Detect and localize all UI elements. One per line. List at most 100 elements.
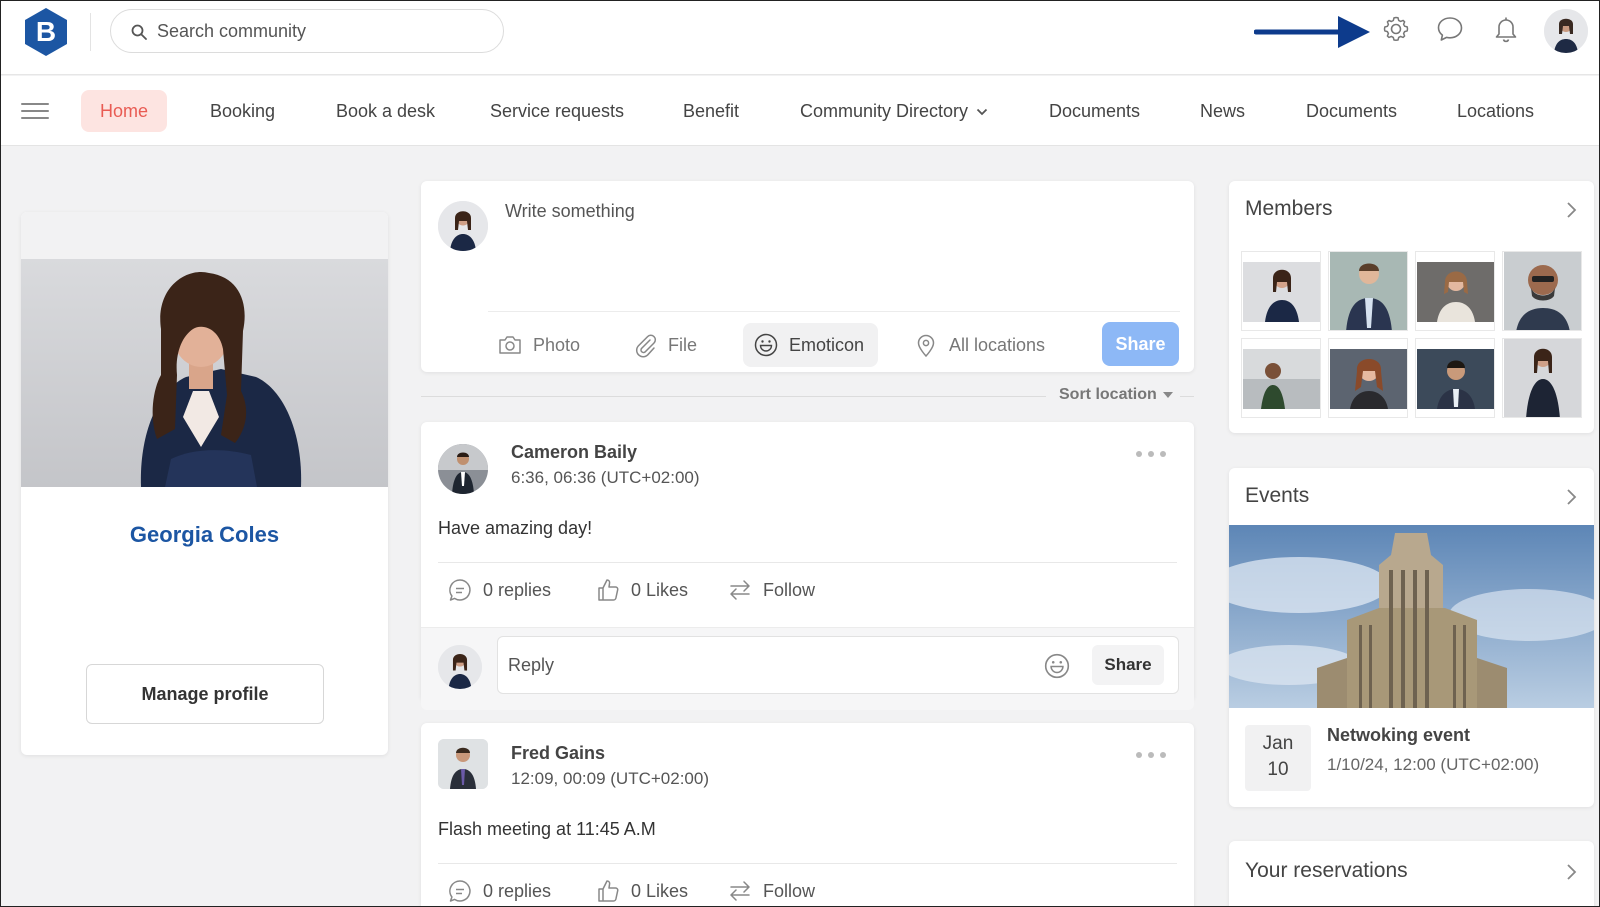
member-avatar[interactable] <box>1502 338 1582 418</box>
main-nav: Home Booking Book a desk Service request… <box>1 76 1599 146</box>
gear-icon[interactable] <box>1379 12 1413 46</box>
camera-icon <box>499 336 521 354</box>
file-label: File <box>668 334 698 355</box>
search-box[interactable] <box>110 9 504 53</box>
sort-divider <box>421 396 1046 397</box>
post-text-input[interactable] <box>505 201 1165 281</box>
post-body: Flash meeting at 11:45 A.M <box>438 819 656 839</box>
user-avatar[interactable] <box>1544 9 1588 53</box>
events-title[interactable]: Events <box>1245 484 1309 508</box>
paperclip-icon <box>636 334 657 358</box>
reply-share-button[interactable]: Share <box>1092 645 1164 685</box>
member-avatar[interactable] <box>1241 251 1321 331</box>
post-author-avatar[interactable] <box>438 739 488 789</box>
chevron-right-icon[interactable] <box>1565 863 1579 881</box>
location-selector[interactable]: All locations <box>913 323 1045 367</box>
event-time: 1/10/24, 12:00 (UTC+02:00) <box>1327 755 1540 774</box>
profile-header-band <box>21 212 388 259</box>
comment-icon <box>449 880 471 902</box>
menu-icon[interactable] <box>21 103 49 121</box>
like-button[interactable]: 0 Likes <box>595 878 688 904</box>
emoticon-button[interactable]: Emoticon <box>743 323 879 367</box>
members-widget: Members <box>1229 181 1594 433</box>
member-avatar[interactable] <box>1415 338 1495 418</box>
location-label: All locations <box>949 334 1046 355</box>
member-avatar[interactable] <box>1502 251 1582 331</box>
sort-location-dropdown[interactable]: Sort location <box>1059 386 1173 404</box>
post-divider <box>438 863 1177 864</box>
chevron-right-icon[interactable] <box>1565 488 1579 506</box>
event-date-badge: Jan 10 <box>1245 725 1311 791</box>
logo-letter: B <box>36 16 56 47</box>
nav-community-directory-label: Community Directory <box>800 101 969 121</box>
share-post-button[interactable]: Share <box>1102 322 1179 366</box>
post-timestamp: 6:36, 06:36 (UTC+02:00) <box>511 468 700 487</box>
post-timestamp: 12:09, 00:09 (UTC+02:00) <box>511 769 709 788</box>
post-author-name[interactable]: Cameron Baily <box>511 442 637 463</box>
comment-icon <box>449 579 471 601</box>
reservations-title[interactable]: Your reservations <box>1245 859 1408 883</box>
replies-button[interactable]: 0 replies <box>447 577 551 603</box>
replies-button[interactable]: 0 replies <box>447 878 551 904</box>
thumbs-up-icon <box>598 579 619 601</box>
likes-count: 0 Likes <box>631 880 689 901</box>
member-avatar[interactable] <box>1328 251 1408 331</box>
reply-input[interactable] <box>508 651 1008 679</box>
file-button[interactable]: File <box>632 323 697 367</box>
post-author-name[interactable]: Fred Gains <box>511 743 605 764</box>
event-day: 10 <box>1267 759 1289 780</box>
thumbs-up-icon <box>598 880 619 902</box>
composer-divider <box>488 311 1180 312</box>
member-avatar[interactable] <box>1415 251 1495 331</box>
arrow-indicator-icon <box>1254 16 1370 48</box>
replies-count: 0 replies <box>483 579 552 600</box>
event-image[interactable] <box>1229 525 1594 708</box>
nav-news[interactable]: News <box>1200 90 1245 132</box>
profile-photo <box>21 259 388 487</box>
top-bar: B <box>1 1 1599 75</box>
nav-home[interactable]: Home <box>81 90 168 132</box>
event-title[interactable]: Netwoking event <box>1327 725 1470 746</box>
follow-button[interactable]: Follow <box>727 878 815 904</box>
events-widget: Events Jan 10 Netwoking event 1/10/24, 1… <box>1229 468 1594 807</box>
nav-book-a-desk[interactable]: Book a desk <box>336 90 435 132</box>
follow-arrows-icon <box>730 881 750 901</box>
search-input[interactable] <box>157 18 487 44</box>
nav-locations[interactable]: Locations <box>1457 90 1534 132</box>
nav-benefit[interactable]: Benefit <box>683 90 739 132</box>
profile-name[interactable]: Georgia Coles <box>21 522 388 548</box>
nav-documents[interactable]: Documents <box>1049 90 1140 132</box>
nav-booking[interactable]: Booking <box>210 90 275 132</box>
reply-area: Share <box>421 627 1194 710</box>
photo-button[interactable]: Photo <box>497 323 580 367</box>
caret-down-icon <box>1162 391 1173 398</box>
chevron-right-icon[interactable] <box>1565 201 1579 219</box>
manage-profile-button[interactable]: Manage profile <box>86 664 324 724</box>
emoticon-label: Emoticon <box>789 334 865 355</box>
like-button[interactable]: 0 Likes <box>595 577 688 603</box>
photo-label: Photo <box>533 334 581 355</box>
composer-avatar <box>438 201 488 251</box>
nav-documents-2[interactable]: Documents <box>1306 90 1397 132</box>
nav-community-directory[interactable]: Community Directory <box>800 90 988 132</box>
brand-logo[interactable]: B <box>23 7 69 57</box>
sort-divider-right <box>1180 396 1194 397</box>
member-avatar[interactable] <box>1241 338 1321 418</box>
replies-count: 0 replies <box>483 880 552 901</box>
chevron-down-icon <box>976 109 988 116</box>
bell-icon[interactable] <box>1489 12 1523 46</box>
member-avatar[interactable] <box>1328 338 1408 418</box>
follow-label: Follow <box>763 579 816 600</box>
event-month: Jan <box>1262 733 1294 754</box>
follow-button[interactable]: Follow <box>727 577 815 603</box>
more-options-icon[interactable] <box>1136 448 1166 460</box>
chat-icon[interactable] <box>1433 12 1467 46</box>
nav-service-requests[interactable]: Service requests <box>490 90 624 132</box>
post-author-avatar[interactable] <box>438 444 488 494</box>
profile-card: Georgia Coles Manage profile <box>21 212 388 755</box>
post-card: Fred Gains 12:09, 00:09 (UTC+02:00) Flas… <box>421 723 1194 907</box>
more-options-icon[interactable] <box>1136 749 1166 761</box>
smiley-icon[interactable] <box>1043 652 1071 680</box>
members-title[interactable]: Members <box>1245 197 1333 221</box>
post-card: Cameron Baily 6:36, 06:36 (UTC+02:00) Ha… <box>421 422 1194 710</box>
